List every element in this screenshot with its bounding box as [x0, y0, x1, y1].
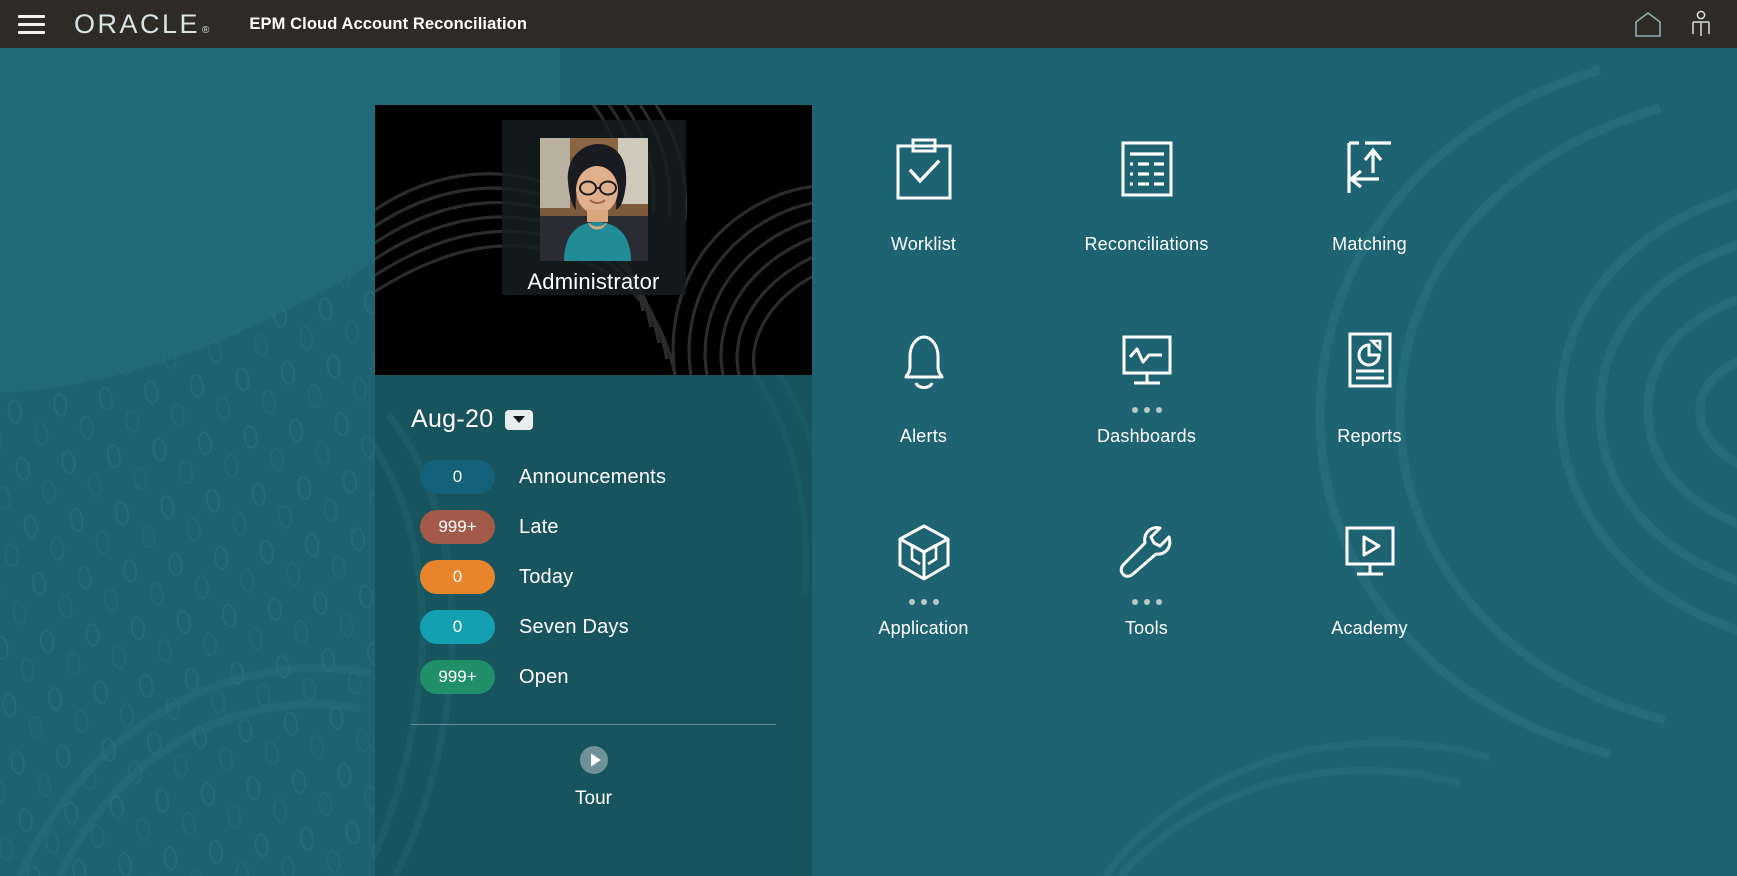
- springboard-card-label: Tools: [1124, 618, 1169, 638]
- card-group-dots: [909, 214, 939, 222]
- registered-trademark-icon: ®: [202, 24, 210, 36]
- springboard-card-label: Application: [878, 618, 969, 638]
- bell-icon: [893, 325, 955, 399]
- card-group-dots: [1131, 598, 1162, 606]
- card-group-dots: [1355, 598, 1385, 606]
- springboard-card-label: Matching: [1332, 234, 1407, 254]
- stat-row-open[interactable]: 999+ Open: [375, 660, 812, 694]
- app-title: EPM Cloud Account Reconciliation: [249, 14, 528, 33]
- card-group-dots: [1132, 214, 1162, 222]
- summary-panel: Aug-20 0 Announcements 999+ Late 0 Today…: [375, 375, 812, 876]
- monitor-chart-icon: [1116, 325, 1178, 399]
- user-icon[interactable]: [1689, 10, 1713, 38]
- springboard-card-reconciliations[interactable]: Reconciliations: [1035, 105, 1258, 297]
- stat-row-announcements[interactable]: 0 Announcements: [375, 460, 812, 494]
- stat-label: Today: [519, 565, 574, 588]
- play-circle-icon: [579, 745, 609, 780]
- divider: [411, 724, 776, 725]
- stat-label: Late: [519, 515, 559, 538]
- summary-content: Aug-20 0 Announcements 999+ Late 0 Today…: [375, 405, 812, 810]
- chevron-down-icon[interactable]: [505, 409, 534, 430]
- card-group-dots: [1355, 214, 1385, 222]
- oracle-logo-text: ORACLE: [74, 8, 201, 39]
- hamburger-bar: [17, 14, 45, 18]
- card-group-dots: [908, 598, 939, 606]
- springboard-card-label: Dashboards: [1096, 426, 1197, 446]
- topbar-actions: [1633, 10, 1737, 38]
- springboard-card-worklist[interactable]: Worklist: [812, 105, 1035, 297]
- top-navigation-bar: ORACLE ® EPM Cloud Account Reconciliatio…: [0, 0, 1737, 48]
- report-pie-icon: [1339, 325, 1401, 399]
- card-group-dots: [909, 406, 939, 414]
- hamburger-bar: [17, 30, 45, 34]
- stat-row-seven-days[interactable]: 0 Seven Days: [375, 610, 812, 644]
- springboard-grid: Worklist Reconciliations Matching Alerts…: [812, 105, 1432, 705]
- avatar-panel: Administrator: [375, 105, 812, 375]
- user-name: Administrator: [527, 269, 660, 294]
- springboard-card-tools[interactable]: Tools: [1035, 489, 1258, 681]
- springboard-card-dashboards[interactable]: Dashboards: [1035, 297, 1258, 489]
- springboard-card-matching[interactable]: Matching: [1258, 105, 1481, 297]
- period-label: Aug-20: [411, 405, 494, 433]
- springboard-card-label: Worklist: [890, 234, 957, 254]
- tour-button[interactable]: Tour: [375, 745, 812, 810]
- hamburger-bar: [17, 22, 45, 26]
- monitor-play-icon: [1339, 517, 1401, 591]
- status-badge: 0: [420, 610, 495, 644]
- avatar: [539, 138, 648, 261]
- clipboard-check-icon: [893, 133, 955, 207]
- springboard-card-label: Academy: [1331, 618, 1408, 638]
- home-icon[interactable]: [1633, 11, 1663, 37]
- oracle-logo[interactable]: ORACLE ®: [74, 8, 210, 39]
- period-selector[interactable]: Aug-20: [375, 405, 812, 434]
- springboard-card-label: Reports: [1337, 426, 1402, 446]
- wrench-icon: [1116, 517, 1178, 591]
- stat-label: Seven Days: [519, 615, 629, 638]
- list-grid-icon: [1116, 133, 1178, 207]
- hamburger-menu-icon[interactable]: [0, 0, 62, 48]
- springboard-card-alerts[interactable]: Alerts: [812, 297, 1035, 489]
- status-badge: 999+: [420, 510, 495, 544]
- match-arrows-icon: [1339, 133, 1401, 207]
- user-summary-card: Administrator Aug-20 0 Announcements 999…: [375, 105, 812, 876]
- springboard-card-reports[interactable]: Reports: [1258, 297, 1481, 489]
- springboard-card-academy[interactable]: Academy: [1258, 489, 1481, 681]
- status-badge: 0: [420, 560, 495, 594]
- tour-label: Tour: [575, 788, 612, 809]
- status-badge: 999+: [420, 660, 495, 694]
- cube-icon: [893, 517, 955, 591]
- springboard-card-application[interactable]: Application: [812, 489, 1035, 681]
- stat-row-today[interactable]: 0 Today: [375, 560, 812, 594]
- springboard-card-label: Alerts: [899, 426, 948, 446]
- avatar-block[interactable]: Administrator: [501, 120, 686, 295]
- stat-row-late[interactable]: 999+ Late: [375, 510, 812, 544]
- caret-glyph: [513, 416, 526, 423]
- stat-label: Open: [519, 665, 569, 688]
- springboard-card-label: Reconciliations: [1084, 234, 1209, 254]
- stat-label: Announcements: [519, 465, 667, 488]
- card-group-dots: [1355, 406, 1385, 414]
- status-badge: 0: [420, 460, 495, 494]
- card-group-dots: [1131, 406, 1162, 414]
